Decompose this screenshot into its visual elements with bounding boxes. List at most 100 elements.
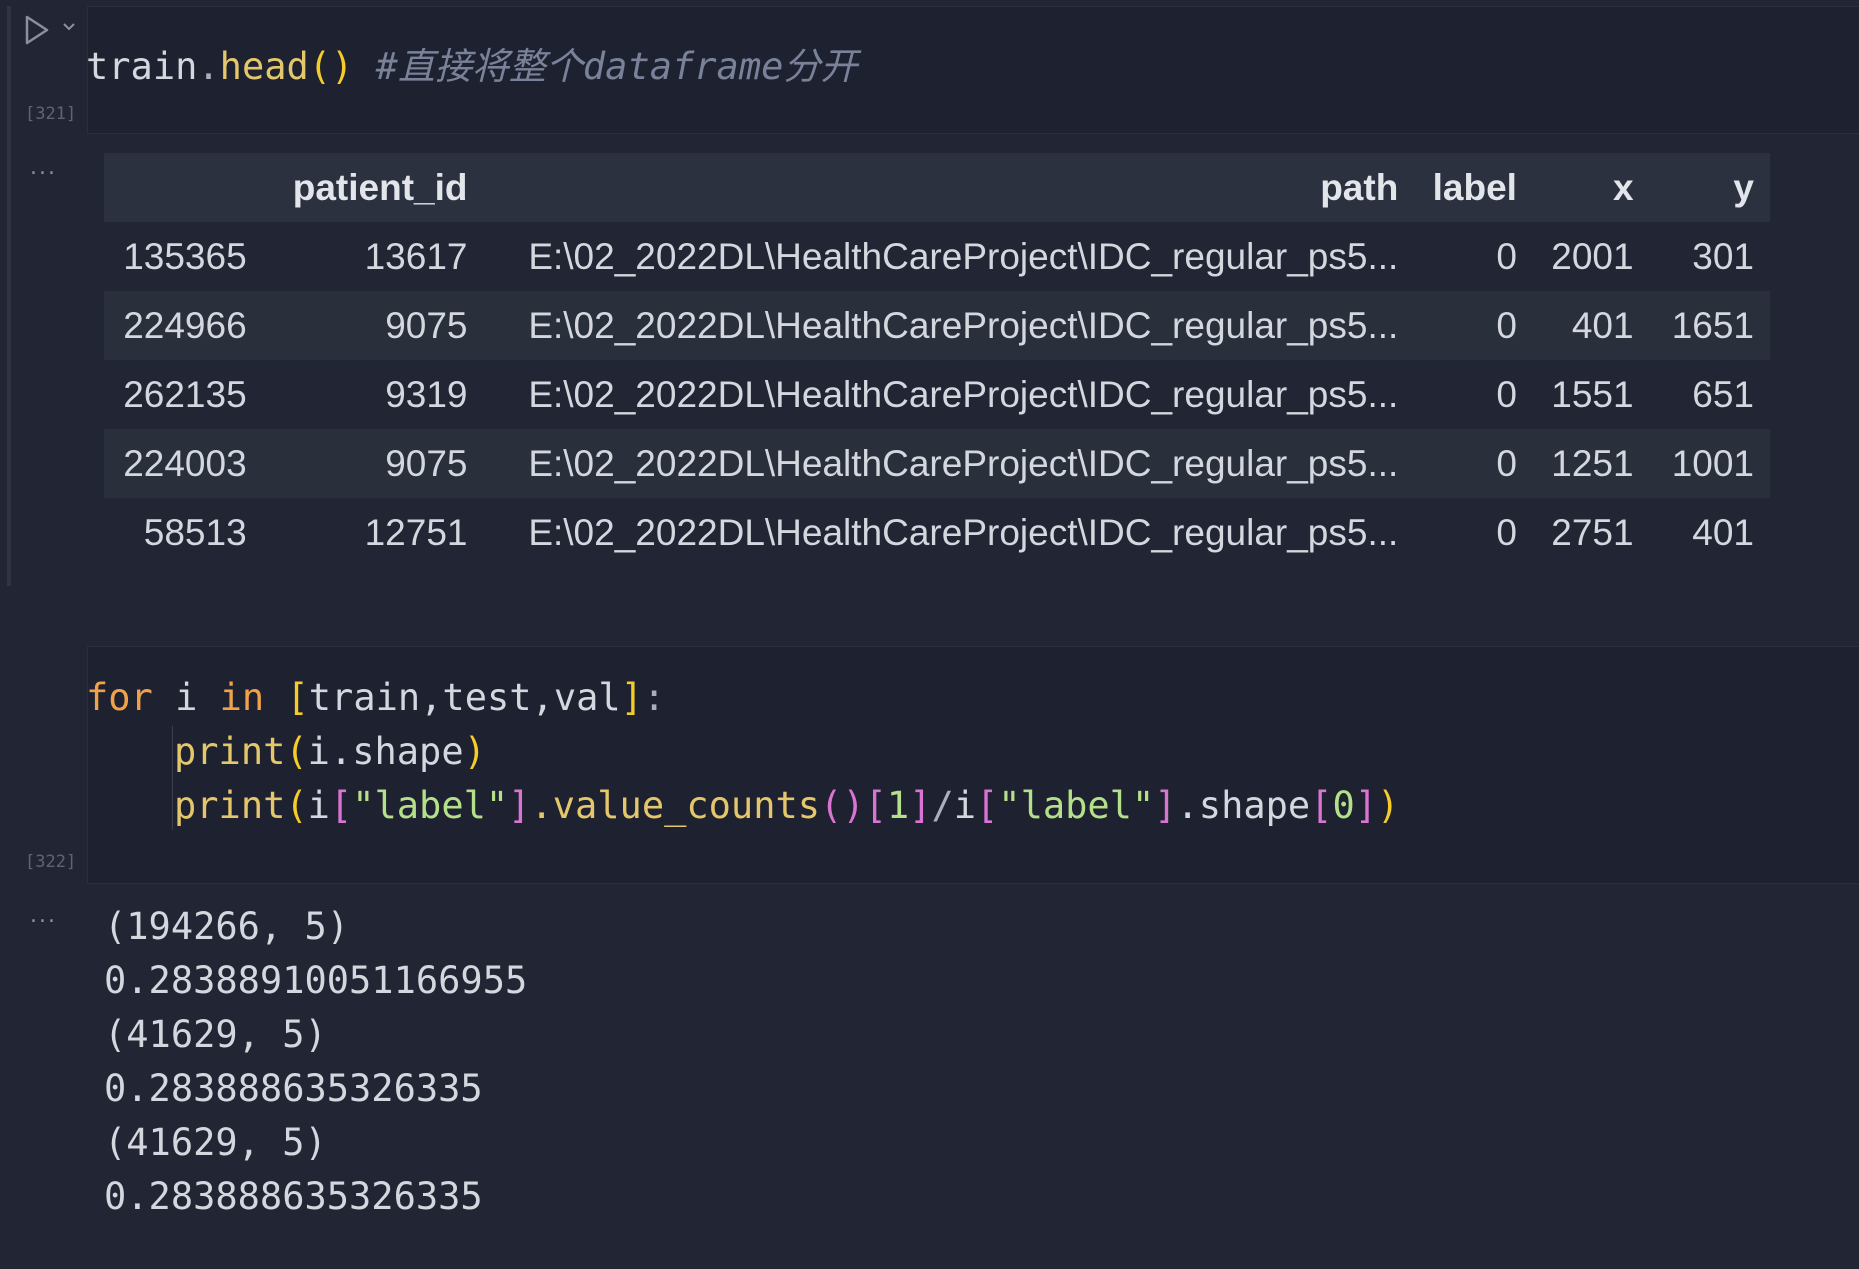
table-cell: 0 xyxy=(1496,373,1517,415)
output-line: (41629, 5) xyxy=(104,1013,327,1056)
table-row: 262135 9319 E:\02_2022DL\HealthCareProje… xyxy=(104,360,1770,429)
column-header: y xyxy=(1733,166,1754,208)
table-cell: 0 xyxy=(1496,304,1517,346)
code-line: for i in [train,test,val]: xyxy=(86,676,665,719)
code-token: ] xyxy=(1154,784,1177,827)
code-token: 0 xyxy=(1332,784,1355,827)
execution-count: [321] xyxy=(25,104,77,124)
table-cell: 0 xyxy=(1496,511,1517,553)
code-token: ) xyxy=(1377,784,1400,827)
row-index: 135365 xyxy=(123,235,247,277)
table-cell: 0 xyxy=(1496,235,1517,277)
code-token: ) xyxy=(463,730,486,773)
code-token: in xyxy=(219,676,265,719)
code-line: print(i["label"].value_counts()[1]/i["la… xyxy=(174,784,1399,827)
code-token: 1 xyxy=(886,784,910,827)
output-menu-icon[interactable]: ... xyxy=(30,155,57,180)
row-index: 224003 xyxy=(123,442,247,484)
code-token: : xyxy=(642,676,666,719)
output-line: (194266, 5) xyxy=(104,905,350,948)
column-header: x xyxy=(1613,166,1634,208)
code-token: i.shape xyxy=(307,730,464,773)
code-token: [ xyxy=(976,784,999,827)
table-cell: 13617 xyxy=(364,235,468,277)
table-cell: 1551 xyxy=(1551,373,1634,415)
column-header xyxy=(104,153,247,222)
table-cell: E:\02_2022DL\HealthCareProject\IDC_regul… xyxy=(528,235,1399,277)
code-token: [ xyxy=(864,784,887,827)
code-token: i xyxy=(953,784,977,827)
code-token: [ xyxy=(286,676,309,719)
code-token: () xyxy=(820,784,865,827)
code-token: ( xyxy=(285,730,308,773)
dataframe-output: patient_id path label x y 135365 13617 E… xyxy=(104,153,1770,567)
code-editor[interactable]: for i in [train,test,val]: print(i.shape… xyxy=(86,676,1399,848)
table-cell: 401 xyxy=(1692,511,1754,553)
column-header: path xyxy=(1320,166,1399,208)
code-token: i xyxy=(152,676,220,719)
code-token: / xyxy=(931,784,954,827)
code-token: [ xyxy=(1310,784,1333,827)
table-cell: E:\02_2022DL\HealthCareProject\IDC_regul… xyxy=(528,304,1399,346)
code-token: ] xyxy=(620,676,643,719)
code-token: . xyxy=(197,45,220,88)
row-index: 58513 xyxy=(143,511,247,553)
code-token: ] xyxy=(1354,784,1378,827)
table-row: 135365 13617 E:\02_2022DL\HealthCareProj… xyxy=(104,222,1770,291)
column-header: label xyxy=(1432,166,1517,208)
output-line: 0.283888635326335 xyxy=(104,1175,483,1218)
column-header: patient_id xyxy=(292,166,468,208)
code-token: print xyxy=(174,784,286,827)
table-cell: 301 xyxy=(1692,235,1754,277)
cell-focus-bar xyxy=(7,6,11,586)
row-index: 262135 xyxy=(123,373,247,415)
code-comment: #直接将整个dataframe分开 xyxy=(375,45,858,88)
code-line: train.head() #直接将整个dataframe分开 xyxy=(86,36,857,90)
code-line: print(i.shape) xyxy=(174,730,486,773)
execution-count: [322] xyxy=(25,852,77,872)
code-token: ] xyxy=(909,784,932,827)
table-cell: 9075 xyxy=(385,442,468,484)
table-cell: 1251 xyxy=(1551,442,1634,484)
table-cell: 1651 xyxy=(1671,304,1754,346)
run-cell-icon[interactable] xyxy=(24,14,50,46)
table-row: 224003 9075 E:\02_2022DL\HealthCareProje… xyxy=(104,429,1770,498)
table-cell: 651 xyxy=(1692,373,1754,415)
code-token: .shape xyxy=(1176,784,1311,827)
code-token: ] xyxy=(508,784,531,827)
output-menu-icon[interactable]: ... xyxy=(30,903,57,928)
code-token: () xyxy=(308,45,354,88)
code-token: i xyxy=(307,784,330,827)
code-token: print xyxy=(174,730,286,773)
table-cell: E:\02_2022DL\HealthCareProject\IDC_regul… xyxy=(528,373,1399,415)
code-token: train,test,val xyxy=(308,676,621,719)
code-token: "label" xyxy=(352,784,509,827)
code-token: ( xyxy=(285,784,308,827)
chevron-down-icon[interactable] xyxy=(62,22,76,32)
table-cell: 1001 xyxy=(1671,442,1754,484)
code-token: train xyxy=(86,45,198,88)
output-line: 0.283888635326335 xyxy=(104,1067,483,1110)
table-header-row: patient_id path label x y xyxy=(104,153,1770,222)
table-cell: 0 xyxy=(1496,442,1517,484)
output-line: (41629, 5) xyxy=(104,1121,327,1164)
code-token: .value_counts xyxy=(530,784,821,827)
code-editor[interactable]: train.head() #直接将整个dataframe分开 xyxy=(86,36,857,122)
indent-guide xyxy=(172,726,173,830)
table-cell: 12751 xyxy=(364,511,468,553)
code-token: for xyxy=(86,676,153,719)
table-cell: 9075 xyxy=(385,304,468,346)
table-cell: 401 xyxy=(1571,304,1634,346)
table-cell: E:\02_2022DL\HealthCareProject\IDC_regul… xyxy=(528,442,1399,484)
stream-output: (194266, 5) 0.28388910051166955 (41629, … xyxy=(104,900,527,1224)
output-line: 0.28388910051166955 xyxy=(104,959,528,1002)
code-token: [ xyxy=(329,784,353,827)
row-index: 224966 xyxy=(123,304,247,346)
table-cell: 9319 xyxy=(385,373,468,415)
table-row: 58513 12751 E:\02_2022DL\HealthCareProje… xyxy=(104,498,1770,567)
table-row: 224966 9075 E:\02_2022DL\HealthCareProje… xyxy=(104,291,1770,360)
code-token: "label" xyxy=(998,784,1155,827)
code-token: head xyxy=(219,45,309,88)
table-cell: 2751 xyxy=(1551,511,1634,553)
